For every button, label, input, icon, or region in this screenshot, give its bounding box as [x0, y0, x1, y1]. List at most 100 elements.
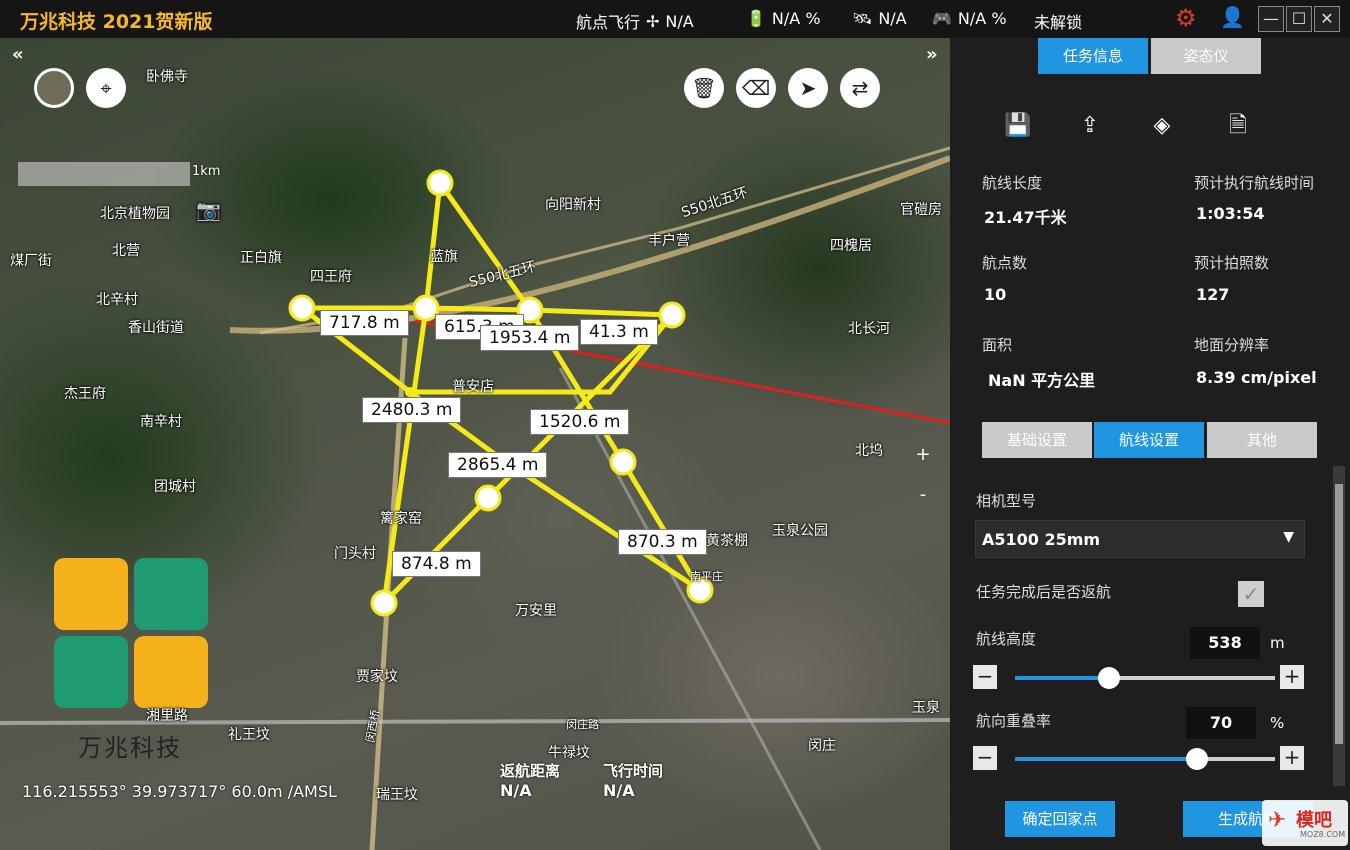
cursor-coordinates: 116.215553° 39.973717° 60.0m /AMSL [22, 782, 337, 801]
tab-attitude[interactable]: 姿态仪 [1151, 38, 1261, 74]
map-place-label: 门头村 [334, 546, 376, 562]
remote-controller-icon: 🎮 [932, 9, 952, 28]
maximize-button[interactable]: ☐ [1286, 6, 1312, 32]
map-place-label: 瑞王坟 [376, 787, 418, 803]
return-after-mission-label: 任务完成后是否返航 [976, 583, 1112, 601]
overlap-slider[interactable] [1015, 748, 1275, 770]
waypoint[interactable] [288, 294, 316, 322]
app-title: 万兆科技 2021贺新版 [20, 11, 213, 33]
overlap-slider-knob[interactable] [1186, 748, 1208, 770]
est-time-label: 预计执行航线时间 [1194, 174, 1315, 192]
altitude-slider-knob[interactable] [1097, 667, 1120, 689]
map-place-label: 普安店 [452, 379, 494, 395]
camera-model-label: 相机型号 [976, 492, 1037, 510]
altitude-increase-button[interactable]: + [1280, 665, 1304, 689]
est-photos-label: 预计拍照数 [1194, 254, 1270, 272]
overlap-slider-fill [1015, 757, 1197, 761]
altitude-label: 航线高度 [976, 630, 1037, 648]
altitude-input[interactable]: 538 [1190, 627, 1260, 659]
overlap-decrease-button[interactable]: − [973, 746, 997, 770]
altitude-slider-fill [1015, 676, 1109, 680]
waypoints-label: 航点数 [982, 254, 1028, 272]
tab-mission-info[interactable]: 任务信息 [1038, 38, 1148, 74]
camera-survey-icon[interactable]: ◈ [1146, 110, 1178, 142]
user-icon[interactable]: 👤 [1220, 5, 1245, 29]
area-label: 面积 [982, 336, 1013, 354]
waypoint[interactable] [658, 301, 686, 329]
return-after-mission-checkbox[interactable]: ✓ [1238, 581, 1264, 607]
kml-icon[interactable]: 🗎 [1222, 110, 1254, 142]
map-place-label: 玉泉 [912, 700, 940, 716]
set-home-button[interactable]: 确定回家点 [1005, 801, 1115, 837]
map-place-label: 杰王府 [64, 386, 106, 402]
satellite-map[interactable]: 卧佛寺 北京植物园 北营 煤厂街 正白旗 北辛村 四王府 香山街道 杰王府 南辛… [0, 38, 950, 850]
camera-model-value: A5100 25mm [982, 530, 1101, 549]
flight-time-label: 飞行时间 [603, 762, 664, 780]
flight-mode-label: 航点飞行 [576, 13, 641, 32]
export-icon[interactable]: ⇪ [1074, 110, 1106, 142]
map-place-label: 闵庄路 [566, 718, 599, 731]
map-place-label: 北营 [112, 243, 140, 259]
scale-bar [18, 162, 190, 186]
minimize-button[interactable]: — [1258, 6, 1284, 32]
collapse-right-button[interactable]: » [926, 44, 938, 65]
distance-label: 717.8 m [320, 310, 409, 336]
rc-value: N/A % [957, 9, 1007, 28]
map-layer-button[interactable] [34, 68, 74, 108]
map-place-label: 官磑房 [900, 202, 942, 218]
tab-route-settings[interactable]: 航线设置 [1094, 422, 1204, 458]
satellite-status: 🛰 N/A [852, 9, 907, 28]
chevron-down-icon: ▼ [1283, 529, 1294, 545]
altitude-decrease-button[interactable]: − [973, 665, 997, 689]
altitude-slider[interactable] [1015, 667, 1275, 689]
scrollbar-thumb[interactable] [1335, 484, 1343, 744]
battery-icon: 🔋 [746, 9, 766, 28]
camera-model-select[interactable]: A5100 25mm ▼ [975, 520, 1305, 558]
waypoint[interactable] [474, 484, 502, 512]
east-west-road [0, 718, 950, 725]
collapse-left-button[interactable]: « [12, 44, 24, 65]
map-place-label: 闵庄 [808, 738, 836, 754]
overlap-input[interactable]: 70 [1186, 707, 1256, 739]
waypoint-junction [405, 387, 415, 397]
site-watermark: ✈ 模吧 MOZ8.COM [1262, 800, 1348, 846]
save-icon[interactable]: 💾 [1002, 110, 1034, 142]
waypoint[interactable] [426, 169, 454, 197]
map-place-label: 煤厂街 [10, 253, 52, 269]
map-place-label: 香山街道 [128, 320, 184, 336]
map-place-label: 团城村 [154, 479, 196, 495]
map-place-label: 湘里路 [146, 708, 188, 724]
map-place-label: 玉泉公园 [772, 523, 828, 539]
gsd-value: 8.39 cm/pixel [1196, 368, 1317, 387]
map-place-label: 南平庄 [690, 570, 723, 583]
gear-icon[interactable]: ⚙ [1175, 4, 1197, 32]
navigate-icon[interactable]: ➤ [788, 68, 828, 108]
watermark-sub: MOZ8.COM [1300, 830, 1346, 839]
waypoint[interactable] [370, 589, 398, 617]
distance-label: 2865.4 m [448, 452, 548, 478]
panel-scrollbar[interactable] [1333, 466, 1345, 786]
eraser-icon[interactable]: ⌫ [736, 68, 776, 108]
zoom-in-button[interactable]: + [908, 440, 938, 470]
map-place-label: 卧佛寺 [146, 69, 188, 85]
airplane-icon: ✈ [1268, 808, 1287, 833]
battery-status: 🔋 N/A % [746, 9, 821, 28]
waypoints-value: 10 [984, 285, 1007, 304]
tab-basic-settings[interactable]: 基础设置 [982, 422, 1092, 458]
lock-state: 未解锁 [1034, 13, 1083, 32]
logo-square [134, 558, 208, 630]
waypoint[interactable] [609, 448, 637, 476]
satellite-icon: 🛰 [852, 9, 873, 28]
tab-other[interactable]: 其他 [1207, 422, 1317, 458]
overlap-increase-button[interactable]: + [1280, 746, 1304, 770]
locate-icon[interactable]: ⌖ [86, 68, 126, 108]
company-logo-text: 万兆科技 [78, 734, 182, 762]
close-button[interactable]: ✕ [1314, 6, 1340, 32]
map-place-label: 黄茶棚 [706, 533, 748, 549]
trash-icon[interactable]: 🗑 [684, 68, 724, 108]
route-swap-icon[interactable]: ⇄ [840, 68, 880, 108]
zoom-out-button[interactable]: - [908, 480, 938, 510]
route-length-label: 航线长度 [982, 174, 1043, 192]
distance-label: 41.3 m [580, 319, 658, 345]
flight-time-value: N/A [603, 781, 635, 800]
